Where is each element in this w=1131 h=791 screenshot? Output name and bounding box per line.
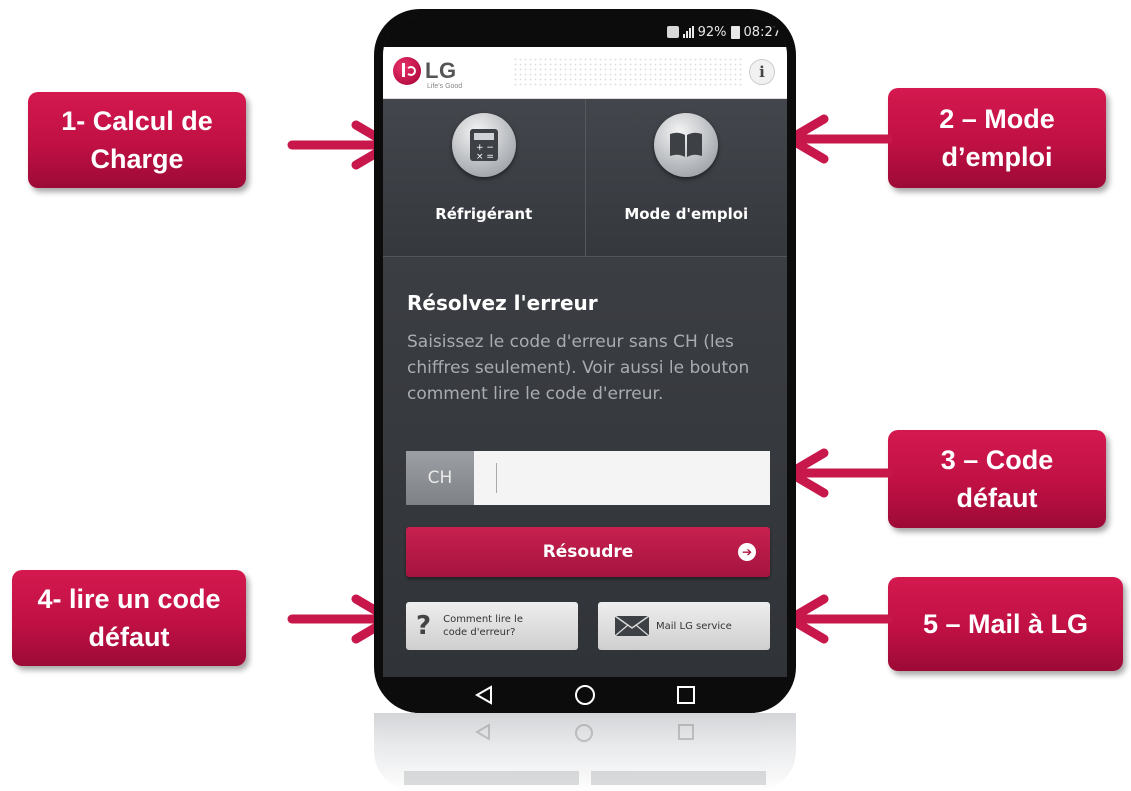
book-icon bbox=[654, 113, 719, 177]
reflection-buttons bbox=[404, 771, 766, 785]
battery-icon bbox=[730, 25, 740, 39]
callout-calcul-charge: 1- Calcul de Charge bbox=[28, 92, 246, 188]
android-nav-bar bbox=[383, 677, 787, 713]
info-button[interactable]: i bbox=[749, 59, 775, 85]
arrow-left-5-icon bbox=[785, 594, 893, 644]
mail-lg-service-label: Mail LG service bbox=[656, 620, 732, 632]
app-header: LG Life's Good i bbox=[383, 47, 787, 99]
arrow-left-2-icon bbox=[785, 114, 893, 164]
svg-text:× =: × = bbox=[476, 152, 494, 162]
lte-icon bbox=[666, 26, 679, 38]
lg-logo-icon bbox=[393, 57, 421, 85]
phone-frame: 92% 08:27 LG Life's Good i + − × = Réfri… bbox=[374, 9, 796, 713]
ch-prefix: CH bbox=[406, 451, 474, 505]
status-bar: 92% 08:27 bbox=[383, 17, 787, 47]
error-code-input-wrap bbox=[474, 451, 770, 505]
text-caret bbox=[496, 463, 497, 493]
error-description: Saisissez le code d'erreur sans CH (les … bbox=[407, 332, 750, 404]
callout-code-defaut: 3 – Code défaut bbox=[888, 430, 1106, 528]
callout-lire-code: 4- lire un code défaut bbox=[12, 570, 246, 666]
error-panel: Résolvez l'erreur Saisissez le code d'er… bbox=[383, 257, 787, 677]
tile-refrigerant-label: Réfrigérant bbox=[435, 205, 533, 223]
resoudre-button[interactable]: Résoudre ➔ bbox=[406, 527, 770, 577]
tile-refrigerant[interactable]: + − × = Réfrigérant bbox=[383, 99, 585, 256]
stage: 1- Calcul de Charge 2 – Mode d’emploi 3 … bbox=[0, 0, 1131, 791]
calculator-icon: + − × = bbox=[451, 113, 516, 177]
callout-mode-emploi: 2 – Mode d’emploi bbox=[888, 88, 1106, 188]
mail-lg-service-button[interactable]: Mail LG service bbox=[598, 602, 770, 650]
envelope-icon bbox=[614, 615, 650, 637]
reflection-nav bbox=[374, 723, 796, 743]
battery-percent: 92% bbox=[697, 24, 727, 40]
clock: 08:27 bbox=[743, 24, 781, 40]
lg-logo-text: LG bbox=[425, 58, 457, 83]
home-icon[interactable] bbox=[573, 683, 597, 707]
error-code-input[interactable] bbox=[474, 451, 770, 505]
callout-mail-lg: 5 – Mail à LG bbox=[888, 577, 1123, 671]
lg-logo: LG bbox=[393, 57, 457, 85]
phone-screen: 92% 08:27 LG Life's Good i + − × = Réfri… bbox=[383, 17, 787, 713]
back-icon[interactable] bbox=[472, 683, 496, 707]
help-read-code-label: Comment lire le code d'erreur? bbox=[443, 614, 523, 638]
resoudre-label: Résoudre bbox=[542, 542, 634, 562]
arrow-left-3-icon bbox=[785, 448, 893, 498]
header-pattern bbox=[513, 57, 743, 87]
recent-apps-icon[interactable] bbox=[674, 683, 698, 707]
error-code-field: CH bbox=[406, 451, 770, 505]
signal-icon bbox=[682, 26, 694, 38]
lg-tagline: Life's Good bbox=[427, 83, 463, 90]
tile-mode-emploi[interactable]: Mode d'emploi bbox=[584, 99, 788, 256]
tile-mode-emploi-label: Mode d'emploi bbox=[624, 205, 749, 223]
arrow-circle-right-icon: ➔ bbox=[738, 543, 756, 561]
help-read-code-button[interactable]: ? Comment lire le code d'erreur? bbox=[406, 602, 578, 650]
error-title: Résolvez l'erreur bbox=[407, 291, 598, 315]
phone-reflection bbox=[374, 713, 796, 791]
feature-tiles: + − × = Réfrigérant Mode d'emploi bbox=[383, 99, 787, 257]
question-mark-icon: ? bbox=[416, 611, 432, 641]
